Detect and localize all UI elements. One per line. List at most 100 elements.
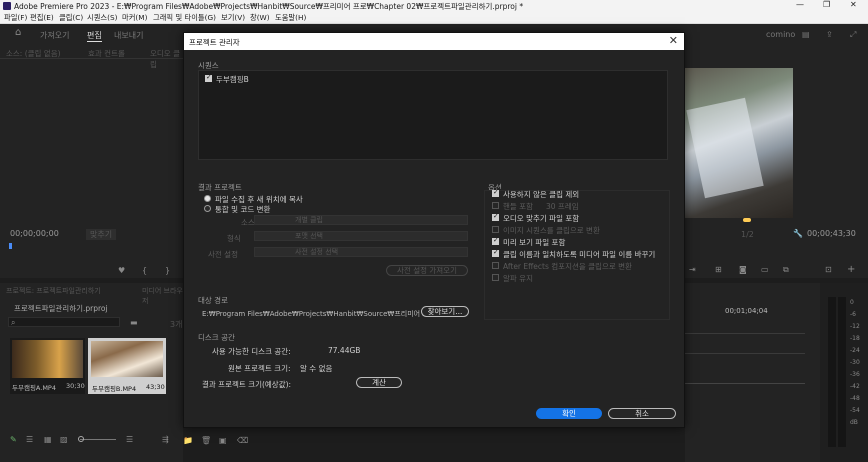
source-dropdown-label: 소스: [241, 218, 255, 227]
delete-icon[interactable]: ⌫: [237, 436, 248, 445]
sort-icon[interactable]: ☰: [126, 435, 133, 444]
ok-button[interactable]: 확인: [536, 408, 602, 419]
option-image-seq-label: 이미지 시퀀스를 클립으로 변환: [503, 226, 600, 235]
extract-icon[interactable]: ⊞: [715, 265, 722, 274]
radio-consolidate[interactable]: [204, 205, 211, 212]
import-preset-button[interactable]: 사전 설정 가져오기: [386, 265, 468, 276]
menu-file[interactable]: 파일(F): [4, 13, 27, 23]
folder-icon[interactable]: 📁: [183, 436, 193, 445]
clip-name-b: 두부캠핑B.MP4: [92, 385, 137, 393]
menu-clip[interactable]: 클립(C): [59, 13, 83, 23]
button-editor-icon[interactable]: ⊡: [825, 265, 832, 274]
workspaces-icon[interactable]: ▤: [802, 30, 810, 39]
zoom-slider-handle[interactable]: [78, 436, 84, 442]
clip-name-a: 두부캠핑A.MP4: [12, 384, 56, 392]
format-dropdown-label: 형식: [227, 234, 241, 243]
home-icon[interactable]: ⌂: [15, 27, 21, 38]
source-fit-dropdown[interactable]: 맞추기: [86, 229, 117, 240]
lift-icon[interactable]: ⇥: [689, 265, 696, 274]
menu-graphics[interactable]: 그래픽 및 타이틀(G): [153, 13, 216, 23]
tab-export[interactable]: 내보내기: [114, 30, 143, 41]
option-conform-audio-label: 오디오 맞추기 파일 포함: [503, 214, 580, 223]
mark-out-icon[interactable]: }: [165, 266, 170, 275]
pencil-icon[interactable]: ✎: [10, 435, 17, 444]
audio-meter: 0 -6 -12 -18 -24 -30 -36 -42 -48 -54 dB: [820, 283, 868, 462]
option-preview-files-label: 미리 보기 파일 포함: [503, 238, 566, 247]
result-section-label: 결과 프로젝트: [198, 183, 242, 192]
option-exclude-unused-checkbox[interactable]: [492, 188, 499, 197]
original-size-value: 알 수 없음: [300, 364, 333, 373]
premiere-logo-icon: [3, 2, 11, 10]
fullscreen-icon[interactable]: ⤢: [850, 30, 856, 40]
radio-copy[interactable]: [204, 195, 211, 202]
maximize-button[interactable]: ❐: [823, 0, 830, 9]
menu-marker[interactable]: 마커(M): [122, 13, 147, 23]
source-dropdown[interactable]: 개별 클립: [254, 215, 468, 225]
option-conform-audio-checkbox[interactable]: [492, 212, 499, 221]
browse-button[interactable]: 찾아보기...: [421, 306, 469, 317]
calculate-button[interactable]: 계산: [356, 377, 402, 388]
menu-sequence[interactable]: 시퀀스(S): [87, 13, 117, 23]
meter-bar-right: [838, 297, 846, 447]
source-playhead[interactable]: [9, 243, 12, 249]
option-handles-label: 핸들 포함: [503, 202, 533, 211]
menu-view[interactable]: 보기(V): [221, 13, 245, 23]
vr-icon[interactable]: ⧉: [783, 265, 789, 275]
export-frame-icon[interactable]: ◙: [739, 265, 747, 274]
option-ae-comp-checkbox[interactable]: [492, 262, 499, 269]
tab-media-browser[interactable]: 미디어 브라우저: [142, 286, 183, 306]
freeform-view-icon[interactable]: ▨: [60, 435, 68, 444]
zoom-slider[interactable]: [80, 439, 116, 440]
option-preview-files-checkbox[interactable]: [492, 236, 499, 245]
dialog-title-bar: 프로젝트 관리자 ✕: [184, 33, 684, 50]
clip-duration-b: 43;30: [146, 383, 165, 391]
original-size-label: 원본 프로젝트 크기:: [228, 364, 291, 373]
tab-edit[interactable]: 편집: [87, 30, 102, 42]
meter-bar-left: [828, 297, 836, 447]
share-icon[interactable]: ⇪: [826, 30, 833, 39]
minimize-button[interactable]: —: [796, 0, 804, 9]
menu-edit[interactable]: 편집(E): [30, 13, 54, 23]
preset-dropdown[interactable]: 사전 설정 선택: [254, 247, 468, 257]
new-item-icon[interactable]: ▣: [219, 436, 227, 445]
clear-icon[interactable]: 🗑: [201, 436, 211, 445]
menu-window[interactable]: 창(W): [250, 13, 270, 23]
destination-path: E:₩Program Files₩Adobe₩Projects₩Hanbit₩S…: [202, 310, 454, 318]
format-dropdown[interactable]: 포맷 선택: [254, 231, 468, 241]
option-rename-media-checkbox[interactable]: [492, 248, 499, 257]
clip-thumbnail-b[interactable]: 두부캠핑B.MP4 43;30: [88, 338, 166, 394]
option-handles-checkbox[interactable]: [492, 202, 499, 209]
timeline-timecode: 00;01;04;04: [725, 307, 768, 315]
option-image-seq-checkbox[interactable]: [492, 226, 499, 233]
icon-view-icon[interactable]: ▦: [44, 435, 52, 444]
dialog-title: 프로젝트 관리자: [189, 38, 240, 47]
project-search-input[interactable]: ⌕: [8, 317, 120, 327]
list-view-icon[interactable]: ☰: [26, 435, 33, 444]
tab-import[interactable]: 가져오기: [40, 30, 69, 41]
title-bar: Adobe Premiere Pro 2023 - E:₩Program Fil…: [0, 0, 868, 12]
option-handles-frames[interactable]: 30 프레임: [546, 201, 579, 212]
search-icon: ⌕: [11, 318, 16, 327]
program-zoom-dropdown[interactable]: 1/2: [741, 230, 754, 239]
cancel-button[interactable]: 취소: [608, 408, 676, 419]
close-icon[interactable]: ✕: [669, 34, 678, 47]
close-window-button[interactable]: ✕: [850, 0, 857, 9]
sequence-checkbox[interactable]: [205, 73, 212, 82]
mark-in-icon[interactable]: {: [142, 266, 147, 275]
tab-audio-clip[interactable]: 오디오 클립: [150, 48, 183, 70]
new-bin-icon[interactable]: ▬: [130, 318, 138, 327]
item-count: 3개: [170, 320, 183, 329]
option-exclude-unused-label: 사용하지 않은 클립 제외: [503, 190, 580, 199]
menu-help[interactable]: 도움말(H): [275, 13, 306, 23]
option-preserve-alpha-checkbox[interactable]: [492, 274, 499, 281]
workspace-name[interactable]: comino: [766, 30, 795, 39]
compare-icon[interactable]: ▭: [761, 265, 769, 274]
clip-duration-a: 30;30: [66, 382, 85, 390]
marker-icon[interactable]: ♥: [118, 266, 125, 275]
automate-icon[interactable]: ⇶: [162, 435, 169, 444]
clip-thumbnail-a[interactable]: 두부캠핑A.MP4 30;30: [10, 338, 85, 394]
add-button-icon[interactable]: +: [847, 264, 855, 275]
tab-project[interactable]: 프로젝트: 프로젝트파일관리하기: [6, 286, 101, 296]
wrench-icon[interactable]: 🔧: [793, 229, 803, 238]
project-panel: 프로젝트: 프로젝트파일관리하기 미디어 브라우저 프로젝트파일관리하기.prp…: [0, 283, 183, 462]
